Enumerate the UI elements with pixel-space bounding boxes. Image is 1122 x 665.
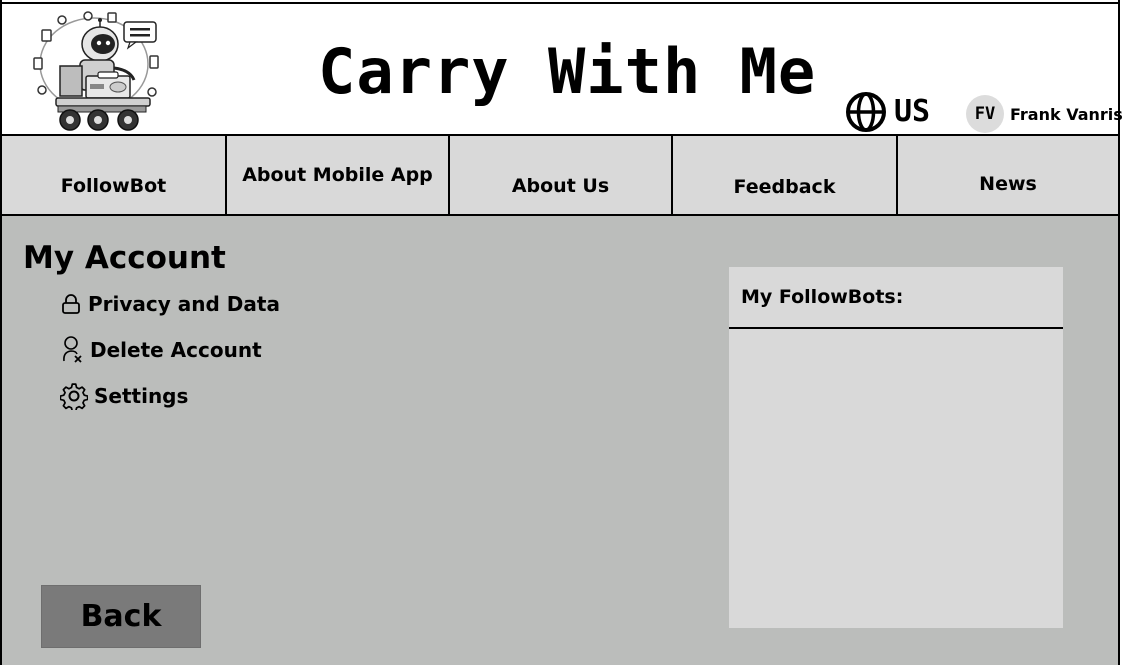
robot-logo-image [33, 11, 159, 131]
followbots-title: My FollowBots: [729, 267, 1063, 329]
locale-selector[interactable]: US [844, 92, 930, 132]
main-nav: FollowBot About Mobile App About Us Feed… [2, 136, 1118, 216]
privacy-and-data-label: Privacy and Data [88, 292, 280, 316]
site-title: Carry With Me [318, 35, 817, 108]
site-header: Carry With Me US FV Frank Vanris [2, 2, 1122, 136]
nav-item-about-us[interactable]: About Us [450, 136, 673, 214]
delete-account-link[interactable]: Delete Account [60, 335, 262, 365]
lock-icon [62, 294, 80, 314]
followbots-panel: My FollowBots: [729, 267, 1063, 628]
locale-label: US [894, 94, 931, 129]
account-page: My Account Privacy and Data Delete Accou… [2, 216, 1118, 665]
privacy-and-data-link[interactable]: Privacy and Data [60, 292, 280, 316]
settings-label: Settings [94, 384, 189, 408]
page-title: My Account [23, 240, 226, 276]
followbots-list[interactable] [729, 329, 1063, 626]
user-remove-icon [63, 336, 82, 363]
gear-icon [60, 383, 88, 410]
user-profile[interactable]: FV Frank Vanris [966, 95, 1122, 133]
nav-item-followbot[interactable]: FollowBot [2, 136, 227, 214]
robot-logo[interactable] [30, 10, 170, 134]
delete-account-label: Delete Account [90, 338, 262, 362]
nav-item-news[interactable]: News [898, 136, 1118, 214]
nav-item-about-mobile-app[interactable]: About Mobile App [227, 136, 450, 214]
globe-icon [846, 92, 886, 132]
user-name: Frank Vanris [1010, 104, 1122, 124]
back-button[interactable]: Back [41, 585, 201, 648]
settings-link[interactable]: Settings [60, 382, 188, 410]
nav-item-feedback[interactable]: Feedback [673, 136, 898, 214]
avatar: FV [966, 95, 1004, 133]
